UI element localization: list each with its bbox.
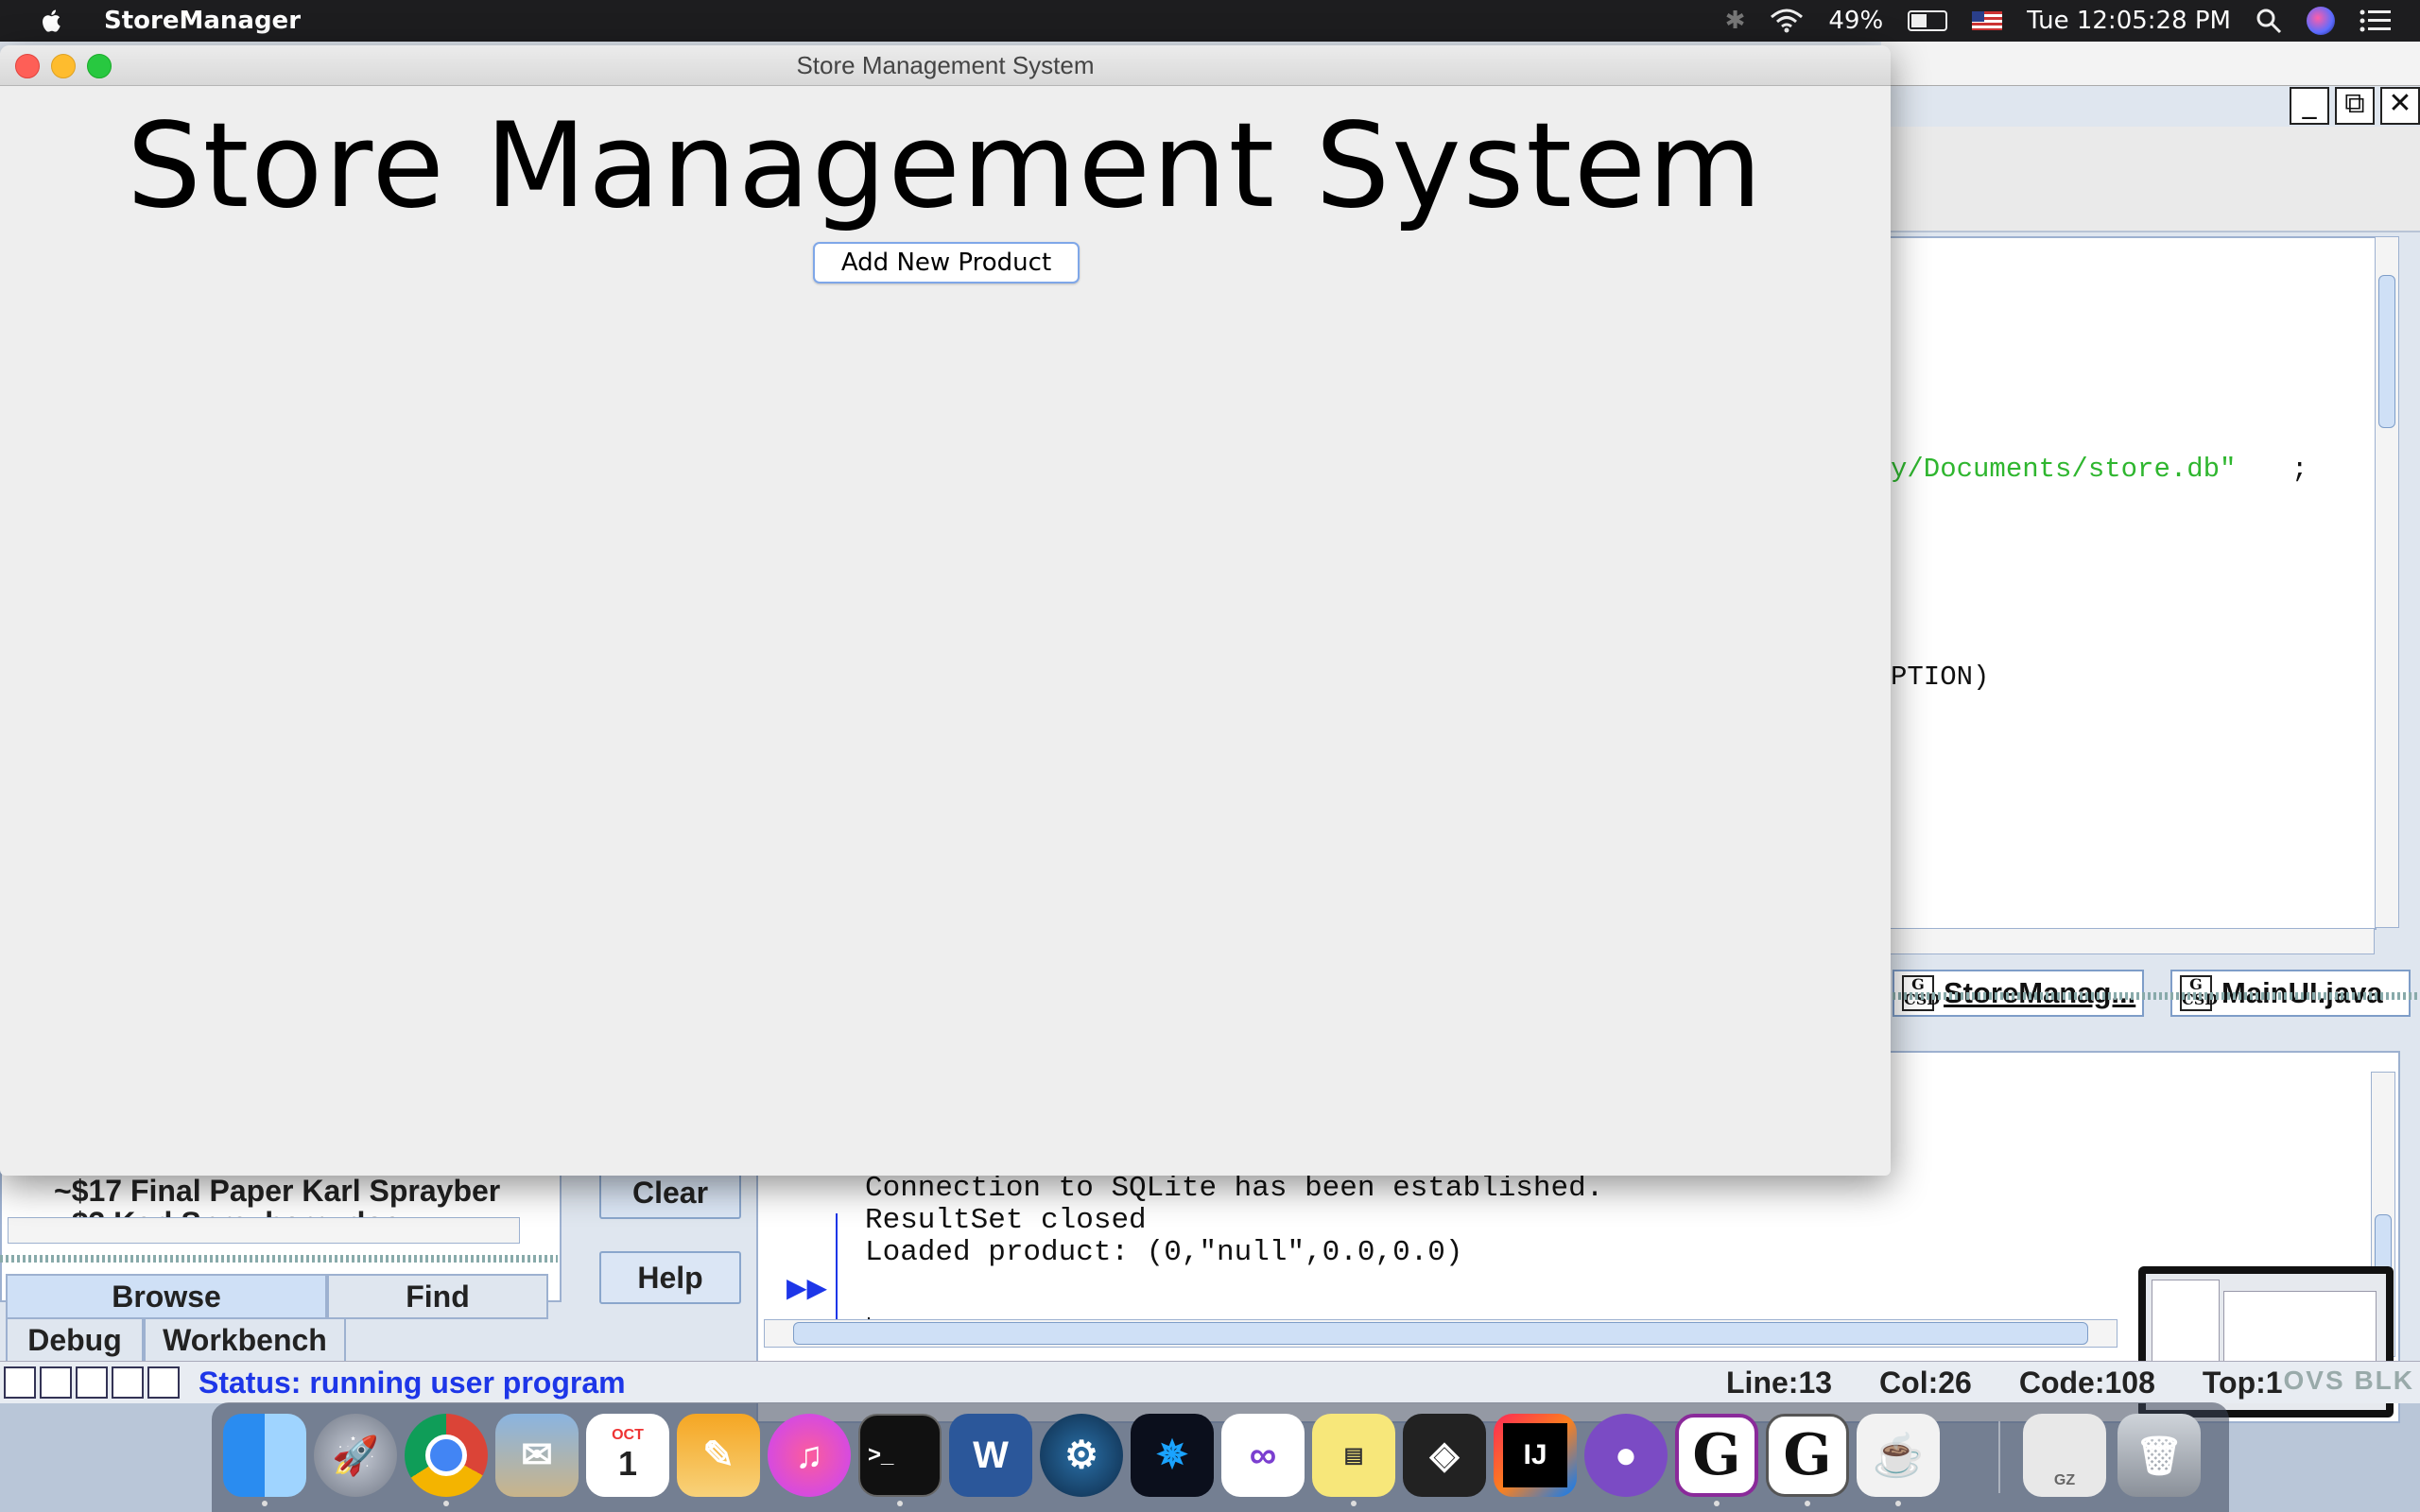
dock: 🚀 ✉ OCT 1 ✎ ♫ >_ W ⚙ ✵ ∞ ▤ ◈ IJ ● G G ☕ … <box>212 1402 2229 1512</box>
io-vertical-scroll-thumb[interactable] <box>2375 1214 2392 1273</box>
running-indicator <box>1895 1501 1901 1506</box>
io-horizontal-scroll-thumb[interactable] <box>793 1322 2088 1345</box>
layout-icon[interactable] <box>147 1366 180 1399</box>
notification-center-icon[interactable] <box>2360 9 2392 33</box>
overwrite-block-indicator: OVS BLK <box>2283 1366 2414 1395</box>
running-indicator <box>1805 1501 1810 1506</box>
launchpad-icon[interactable]: 🚀 <box>314 1414 397 1497</box>
tab-debug[interactable]: Debug <box>6 1317 144 1363</box>
top-indicator: Top:1 <box>2202 1365 2283 1400</box>
tab-browse[interactable]: Browse <box>6 1274 327 1319</box>
running-indicator <box>443 1501 449 1506</box>
apple-icon[interactable] <box>38 7 66 35</box>
io-horizontal-scrollbar[interactable] <box>764 1319 2118 1348</box>
ide-toolbar <box>1881 127 2420 232</box>
code-indicator: Code:108 <box>2018 1365 2155 1400</box>
pane-divider[interactable] <box>1881 992 2420 1000</box>
siri-icon[interactable] <box>2307 7 2335 35</box>
visual-studio-icon[interactable]: ∞ <box>1221 1414 1305 1497</box>
ide-titlebar <box>1881 42 2420 86</box>
code-editor[interactable]: y/Documents/store.db" ; PTION) <box>1881 236 2377 930</box>
status-text: Status: running user program <box>199 1365 626 1400</box>
code-string-fragment: y/Documents/store.db" <box>1891 454 2237 485</box>
running-indicator <box>897 1501 903 1506</box>
calendar-icon[interactable]: OCT 1 <box>586 1414 669 1497</box>
jgrasp-icon[interactable]: G <box>1766 1414 1849 1497</box>
close-icon[interactable]: ✕ <box>2380 87 2420 125</box>
steam-icon[interactable]: ⚙ <box>1040 1414 1123 1497</box>
intellij-icon[interactable]: IJ <box>1494 1414 1577 1497</box>
layout-icon[interactable] <box>4 1366 36 1399</box>
running-indicator <box>1351 1501 1357 1506</box>
code-text-fragment: PTION) <box>1891 662 1990 693</box>
spotlight-search-icon[interactable] <box>2256 8 2282 34</box>
chrome-icon[interactable] <box>405 1414 488 1497</box>
itunes-icon[interactable]: ♫ <box>768 1414 851 1497</box>
input-source-flag-icon[interactable] <box>1972 11 2003 30</box>
mail-icon[interactable]: ✉ <box>495 1414 579 1497</box>
browse-horizontal-scrollbar[interactable] <box>8 1217 520 1244</box>
help-button[interactable]: Help <box>599 1251 741 1304</box>
terminal-icon[interactable]: >_ <box>858 1414 942 1497</box>
stickies-icon[interactable]: ▤ <box>1312 1414 1395 1497</box>
window-titlebar[interactable]: Store Management System <box>0 45 1891 86</box>
store-management-window: Store Management System Store Management… <box>0 45 1891 1176</box>
finder-icon[interactable] <box>223 1414 306 1497</box>
unity-icon[interactable]: ◈ <box>1403 1414 1486 1497</box>
code-horizontal-scrollbar[interactable] <box>1881 928 2375 954</box>
page-title: Store Management System <box>127 98 1764 234</box>
battery-percent: 49% <box>1828 7 1884 35</box>
menu-bar: StoreManager ✱ 49% Tue 12:05:28 PM <box>0 0 2420 42</box>
output-line: ResultSet closed <box>865 1204 1147 1237</box>
add-new-product-button[interactable]: Add New Product <box>813 242 1080 284</box>
layout-icon[interactable] <box>76 1366 108 1399</box>
running-indicator <box>262 1501 268 1506</box>
jgrasp-icon[interactable]: G <box>1675 1414 1758 1497</box>
list-item[interactable]: ~$17 Final Paper Karl Sprayber <box>54 1174 500 1209</box>
tab-workbench[interactable]: Workbench <box>144 1317 346 1363</box>
gz-archive-icon[interactable]: GZ <box>2023 1414 2106 1497</box>
ide-status-bar: Status: running user program Line:13 Col… <box>0 1361 2420 1403</box>
pages-icon[interactable]: ✎ <box>677 1414 760 1497</box>
restore-icon[interactable]: ⧉ <box>2335 87 2375 125</box>
running-indicator <box>1714 1501 1720 1506</box>
calendar-month: OCT <box>612 1427 644 1443</box>
pane-divider[interactable] <box>0 1255 558 1263</box>
output-line: Connection to SQLite has been establishe… <box>865 1172 1604 1205</box>
tab-find[interactable]: Find <box>327 1274 548 1319</box>
intellij-letters: IJ <box>1503 1423 1567 1487</box>
io-gutter <box>836 1213 838 1336</box>
github-desktop-icon[interactable]: ● <box>1584 1414 1668 1497</box>
battery-icon[interactable] <box>1908 10 1948 31</box>
ide-window-controls: _ ⧉ ✕ <box>2290 87 2420 125</box>
line-indicator: Line:13 <box>1726 1365 1833 1400</box>
calendar-day: 1 <box>617 1444 638 1483</box>
wifi-icon[interactable] <box>1770 8 1804 34</box>
code-semicolon: ; <box>2291 454 2308 485</box>
window-title: Store Management System <box>796 51 1095 79</box>
menubar-clock[interactable]: Tue 12:05:28 PM <box>2027 7 2231 35</box>
layout-icon[interactable] <box>112 1366 144 1399</box>
battlenet-icon[interactable]: ✵ <box>1131 1414 1214 1497</box>
dock-separator <box>1998 1421 2000 1493</box>
run-arrow-icon: ▶▶ <box>786 1272 828 1303</box>
trash-icon[interactable]: 🗑 <box>2118 1414 2201 1497</box>
layout-icon[interactable] <box>40 1366 72 1399</box>
output-line: Loaded product: (0,"null",0.0,0.0) <box>865 1236 1463 1269</box>
minimize-icon[interactable]: _ <box>2290 87 2329 125</box>
code-vertical-scroll-thumb[interactable] <box>2378 275 2395 428</box>
bluetooth-icon[interactable]: ✱ <box>1725 7 1746 35</box>
code-vertical-scrollbar[interactable] <box>2375 236 2399 928</box>
java-icon[interactable]: ☕ <box>1857 1414 1940 1497</box>
word-icon[interactable]: W <box>949 1414 1032 1497</box>
app-menu-name[interactable]: StoreManager <box>104 7 301 35</box>
column-indicator: Col:26 <box>1879 1365 1972 1400</box>
